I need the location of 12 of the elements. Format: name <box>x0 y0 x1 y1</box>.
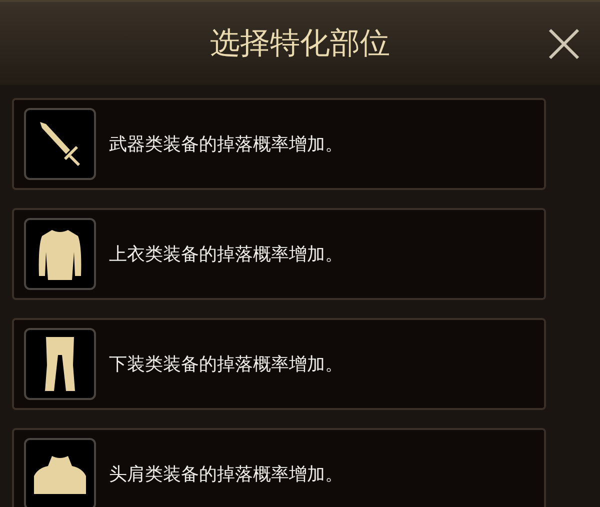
option-row[interactable]: 武器类装备的掉落概率增加。 <box>12 98 546 190</box>
shoulder-armor-icon <box>32 454 88 494</box>
option-text: 头肩类装备的掉落概率增加。 <box>109 462 343 486</box>
trousers-icon <box>42 335 78 393</box>
option-row[interactable]: 头肩类装备的掉落概率增加。 <box>12 428 546 507</box>
option-text: 武器类装备的掉落概率增加。 <box>109 132 343 156</box>
dialog-title: 选择特化部位 <box>210 25 390 63</box>
option-text: 上衣类装备的掉落概率增加。 <box>109 242 343 266</box>
option-row[interactable]: 上衣类装备的掉落概率增加。 <box>12 208 546 300</box>
close-icon <box>548 28 580 60</box>
option-text: 下装类装备的掉落概率增加。 <box>109 352 343 376</box>
option-row[interactable]: 下装类装备的掉落概率增加。 <box>12 318 546 410</box>
